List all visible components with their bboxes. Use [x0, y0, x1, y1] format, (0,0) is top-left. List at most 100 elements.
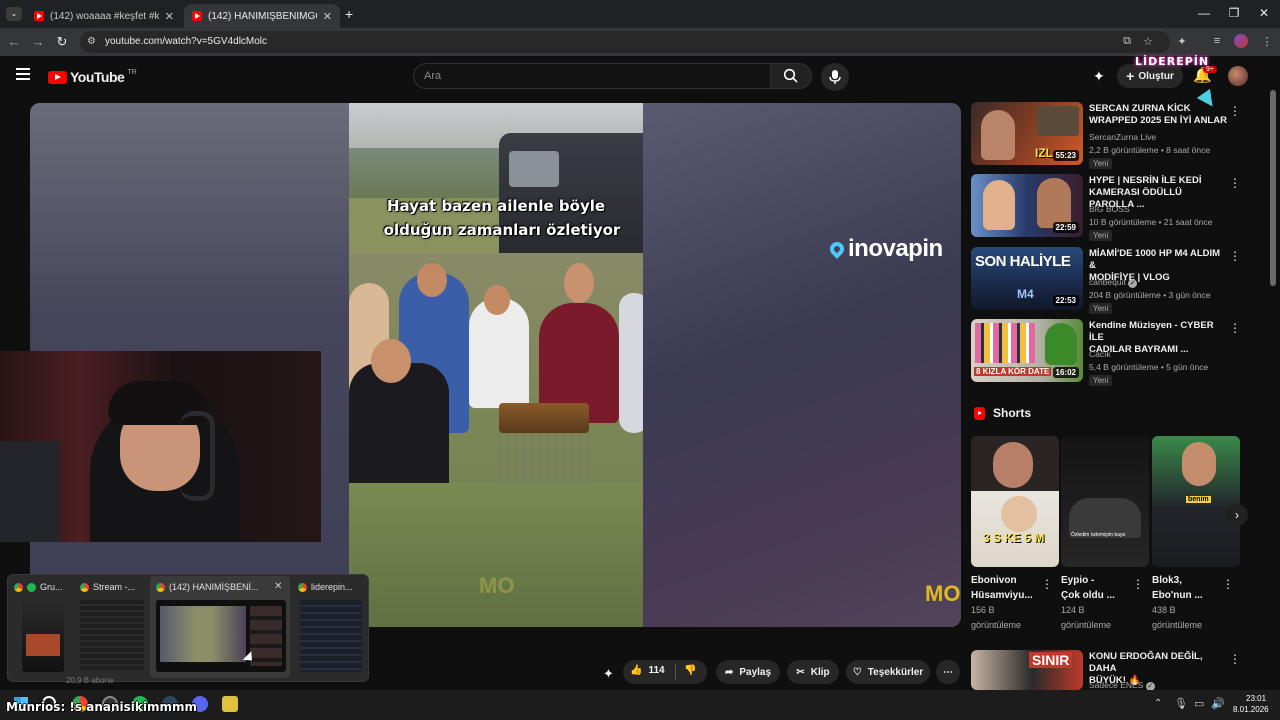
extensions-icon[interactable]: ✦ — [1175, 35, 1189, 48]
video-frame: Hayat bazen ailenle böyle olduğun zamanl… — [349, 103, 643, 627]
dislike-button[interactable]: 👎 — [684, 665, 696, 676]
video-duration: 16:02 — [1052, 367, 1079, 378]
video-channel[interactable]: BİG BOSS — [1089, 203, 1130, 215]
thanks-button[interactable]: ♡ Teşekkürler — [846, 660, 930, 684]
media-control-icon[interactable]: ≡ — [1210, 35, 1224, 47]
search-button[interactable] — [770, 63, 812, 89]
app-taskbar-icon[interactable] — [222, 696, 238, 712]
short-thumbnail[interactable]: benim — [1152, 436, 1240, 567]
back-icon[interactable]: ← — [6, 34, 22, 49]
new-badge: Yeni — [1089, 230, 1113, 241]
close-tab-icon[interactable]: ✕ — [165, 10, 174, 23]
video-thumbnail[interactable]: IZL 55:23 — [971, 102, 1083, 165]
profile-avatar[interactable] — [1234, 34, 1248, 48]
minimize-icon[interactable]: — — [1194, 6, 1214, 20]
preview-label[interactable]: liderepin... — [298, 582, 362, 592]
clip-button[interactable]: ✂ Klip — [787, 660, 839, 684]
mic-tray-icon[interactable]: 🎙 — [1174, 697, 1188, 710]
browser-tab-2[interactable]: (142) HANIMİŞBENİMGOTTİŞİM ✕ — [184, 4, 340, 28]
chrome-icon — [80, 582, 89, 592]
video-title[interactable]: SERCAN ZURNA KİCK WRAPPED 2025 EN İYİ ANL… — [1089, 103, 1229, 127]
preview-thumbnail[interactable] — [22, 600, 64, 672]
more-actions-button[interactable]: ⋯ — [936, 660, 960, 684]
reload-icon[interactable]: ↻ — [54, 34, 70, 50]
share-button[interactable]: ➦ Paylaş — [716, 660, 780, 684]
tab-search-button[interactable]: ⌄ — [6, 7, 22, 21]
preview-thumbnail[interactable] — [300, 600, 362, 672]
preview-label[interactable]: (142) HANIMİŞBENİ... — [156, 582, 260, 592]
video-channel[interactable]: Cacık — [1089, 348, 1111, 360]
live-chat-icon[interactable]: ✦ — [1093, 68, 1105, 85]
hamburger-menu-icon[interactable] — [16, 68, 30, 80]
video-channel[interactable]: SercanZurna Live — [1089, 131, 1156, 143]
chrome-icon — [14, 582, 23, 592]
streamer-webcam — [0, 351, 321, 542]
tray-chevron-icon[interactable]: ⌃ — [1154, 698, 1162, 709]
shorts-next-button[interactable]: › — [1226, 504, 1248, 526]
account-avatar[interactable] — [1228, 66, 1248, 86]
video-thumbnail[interactable]: 8 KIZLA KÖR DATE 16:02 — [971, 319, 1083, 382]
video-menu-icon[interactable]: ⋮ — [1229, 104, 1241, 118]
preview-thumbnail[interactable] — [156, 600, 286, 672]
shorts-header: Shorts — [974, 406, 1031, 420]
video-menu-icon[interactable]: ⋮ — [1229, 249, 1241, 263]
preview-label[interactable]: Gru... — [14, 582, 74, 592]
video-menu-icon[interactable]: ⋮ — [1229, 652, 1241, 666]
new-badge: Yeni — [1089, 303, 1113, 314]
youtube-play-icon — [48, 70, 67, 84]
preview-thumbnail[interactable] — [80, 600, 144, 672]
browser-menu-icon[interactable]: ⋮ — [1260, 35, 1274, 48]
video-menu-icon[interactable]: ⋮ — [1229, 321, 1241, 335]
restore-icon[interactable]: ❐ — [1224, 6, 1244, 20]
forward-icon[interactable]: → — [30, 34, 46, 49]
short-menu-icon[interactable]: ⋮ — [1132, 577, 1144, 591]
voice-search-button[interactable] — [821, 63, 849, 91]
short-title[interactable]: Ebonivon Hüsamviyu... — [971, 573, 1049, 603]
short-thumbnail[interactable]: 3 S KE 5 M — [971, 436, 1059, 567]
region-code: TR — [127, 68, 137, 76]
short-menu-icon[interactable]: ⋮ — [1222, 577, 1234, 591]
video-channel[interactable]: canbequit ✓ — [1089, 276, 1138, 288]
video-duration: 22:59 — [1052, 222, 1079, 233]
video-duration: 22:53 — [1052, 295, 1079, 306]
new-tab-button[interactable]: + — [345, 6, 353, 22]
clock-time[interactable]: 23:01 — [1246, 694, 1266, 703]
search-icon — [783, 68, 798, 83]
install-app-icon[interactable]: ⧉ — [1120, 35, 1134, 48]
video-thumbnail[interactable]: SON HALİYLE M4 22:53 — [971, 247, 1083, 310]
inovapin-logo: inovapin — [827, 235, 943, 263]
short-views: 124 Bgörüntüleme — [1061, 605, 1112, 630]
new-badge: Yeni — [1089, 375, 1113, 386]
close-preview-icon[interactable]: ✕ — [274, 581, 282, 592]
video-thumbnail[interactable]: 22:59 — [971, 174, 1083, 237]
video-menu-icon[interactable]: ⋮ — [1229, 176, 1241, 190]
volume-tray-icon[interactable]: 🔊 — [1211, 697, 1225, 710]
stream-overlay-logo: LİDEREPİN — [1135, 55, 1210, 68]
location-pin-icon — [827, 239, 847, 259]
video-caption-line-1: Hayat bazen ailenle böyle — [386, 197, 606, 215]
search-input[interactable] — [413, 63, 771, 89]
close-window-icon[interactable]: ✕ — [1254, 6, 1274, 20]
close-tab-icon[interactable]: ✕ — [323, 10, 332, 23]
blurred-background-right — [642, 103, 961, 627]
youtube-logo[interactable]: YouTube TR — [48, 69, 137, 85]
like-button[interactable]: 👍 114 — [630, 665, 665, 676]
preview-label[interactable]: Stream -... — [80, 582, 144, 592]
display-tray-icon[interactable]: ▭ — [1194, 697, 1204, 710]
page-scrollbar[interactable] — [1270, 90, 1276, 286]
short-views: 438 Bgörüntüleme — [1152, 605, 1203, 630]
browser-tab-1[interactable]: (142) woaaaa #keşfet #keşfetbe ✕ — [26, 4, 182, 28]
url-text: youtube.com/watch?v=5GV4dlcMolc — [105, 36, 268, 47]
tab-title: (142) HANIMİŞBENİMGOTTİŞİM — [208, 10, 317, 22]
verified-check-icon: ✓ — [1128, 279, 1138, 288]
clock-date[interactable]: 8.01.2026 — [1233, 705, 1269, 714]
short-thumbnail[interactable]: Özledim özlemişim baya — [1061, 436, 1149, 567]
short-menu-icon[interactable]: ⋮ — [1041, 577, 1053, 591]
scissors-icon: ✂ — [796, 666, 805, 678]
video-thumbnail[interactable]: SINIR — [971, 650, 1083, 690]
bookmark-star-icon[interactable]: ☆ — [1141, 35, 1155, 48]
more-horizontal-icon: ⋯ — [943, 666, 953, 678]
short-title[interactable]: Eypio - Çok oldu ... — [1061, 573, 1139, 603]
short-title[interactable]: Blok3, Ebo'nun ... — [1152, 573, 1230, 603]
site-info-icon[interactable]: ⚙ — [87, 36, 96, 47]
